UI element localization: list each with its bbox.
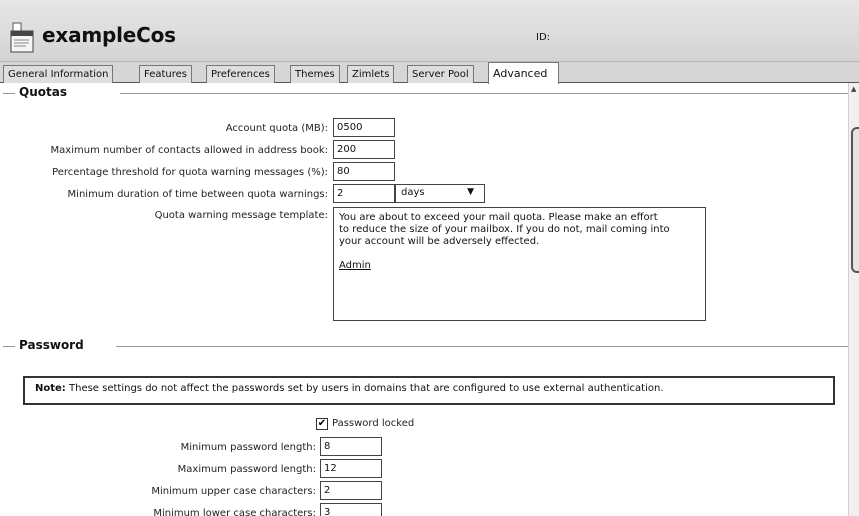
min-lower-case-input[interactable]	[320, 503, 382, 516]
account-quota-label: Account quota (MB):	[225, 123, 328, 134]
tab-features[interactable]: Features	[139, 65, 192, 83]
app-window: exampleCos ID: General Information Featu…	[0, 0, 859, 516]
max-contacts-label: Maximum number of contacts allowed in ad…	[50, 145, 328, 156]
note-text: These settings do not affect the passwor…	[65, 383, 664, 394]
template-signature: Admin	[339, 260, 371, 271]
max-password-length-input[interactable]	[320, 459, 382, 478]
cos-document-icon	[10, 22, 38, 53]
tab-bar: General Information Features Preferences…	[0, 62, 859, 84]
quota-warning-interval-label: Minimum duration of time between quota w…	[67, 189, 328, 200]
note-prefix: Note:	[35, 383, 66, 394]
template-line: to reduce the size of your mailbox. If y…	[339, 224, 670, 235]
password-locked-checkbox[interactable]: ✔	[316, 418, 328, 430]
password-locked-label: Password locked	[332, 418, 415, 429]
tab-themes[interactable]: Themes	[290, 65, 340, 83]
password-note: Note: These settings do not affect the p…	[23, 376, 835, 405]
quotas-section-title: Quotas	[19, 85, 67, 99]
max-password-length-label: Maximum password length:	[177, 464, 316, 475]
id-label: ID:	[536, 32, 551, 43]
min-password-length-input[interactable]	[320, 437, 382, 456]
quota-warning-interval-input[interactable]	[333, 184, 395, 203]
template-line: your account will be adversely effected.	[339, 236, 540, 247]
tab-server-pool[interactable]: Server Pool	[407, 65, 474, 83]
divider	[3, 346, 15, 347]
quota-warning-percent-label: Percentage threshold for quota warning m…	[52, 167, 328, 178]
tab-zimlets[interactable]: Zimlets	[347, 65, 395, 83]
vertical-scrollbar[interactable]: ▲	[848, 83, 859, 516]
tab-preferences[interactable]: Preferences	[206, 65, 275, 83]
template-line: You are about to exceed your mail quota.…	[339, 212, 658, 223]
divider	[120, 93, 848, 94]
cos-title: exampleCos	[42, 23, 176, 47]
scrollbar-thumb[interactable]	[851, 127, 859, 273]
cos-header: exampleCos ID:	[0, 0, 859, 62]
advanced-panel: Quotas Account quota (MB): Maximum numbe…	[0, 83, 848, 516]
interval-unit-value: days	[401, 187, 425, 198]
quota-template-label: Quota warning message template:	[154, 210, 328, 221]
chevron-down-icon: ▼	[467, 187, 474, 197]
max-contacts-input[interactable]	[333, 140, 395, 159]
interval-unit-select[interactable]: days ▼	[395, 184, 485, 203]
min-password-length-label: Minimum password length:	[180, 442, 316, 453]
quotas-section-header: Quotas	[0, 85, 848, 100]
tab-advanced[interactable]: Advanced	[488, 62, 559, 84]
quota-warning-percent-input[interactable]	[333, 162, 395, 181]
password-section-header: Password	[0, 338, 848, 353]
scroll-up-icon[interactable]: ▲	[851, 85, 856, 93]
account-quota-input[interactable]	[333, 118, 395, 137]
tab-general-information[interactable]: General Information	[3, 65, 114, 83]
min-upper-case-input[interactable]	[320, 481, 382, 500]
quota-template-textarea[interactable]: You are about to exceed your mail quota.…	[333, 207, 706, 321]
min-lower-case-label: Minimum lower case characters:	[153, 508, 316, 516]
password-section-title: Password	[19, 338, 84, 352]
min-upper-case-label: Minimum upper case characters:	[151, 486, 316, 497]
checkmark-icon: ✔	[317, 418, 327, 429]
divider	[116, 346, 848, 347]
divider	[3, 93, 15, 94]
